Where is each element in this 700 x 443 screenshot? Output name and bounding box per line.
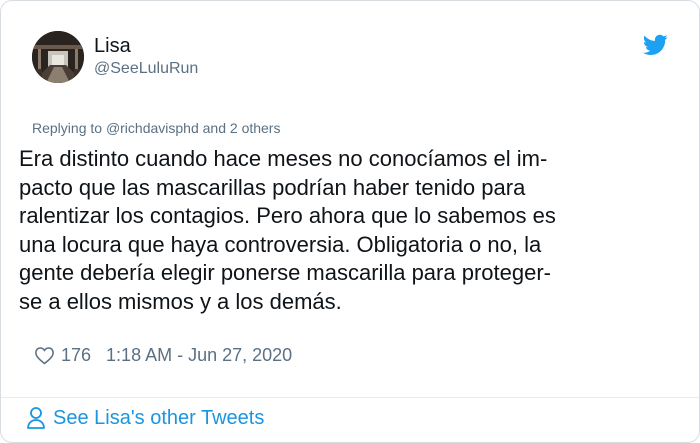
reply-context: Replying to @richdavisphd and 2 others	[32, 120, 280, 136]
twitter-bird-icon[interactable]	[643, 34, 668, 56]
author-handle[interactable]: @SeeLuluRun	[94, 58, 198, 80]
reply-prefix: Replying to	[32, 120, 106, 136]
reply-suffix[interactable]: and 2 others	[199, 120, 281, 136]
tweet-timestamp[interactable]: 1:18 AM - Jun 27, 2020	[106, 345, 292, 366]
reply-mention[interactable]: @richdavisphd	[106, 120, 199, 136]
footer-divider	[1, 397, 699, 398]
avatar[interactable]	[32, 31, 84, 83]
person-icon	[27, 407, 45, 429]
author-display-name[interactable]: Lisa	[94, 34, 198, 58]
author-names: Lisa @SeeLuluRun	[94, 34, 198, 80]
see-other-tweets-link[interactable]: See Lisa's other Tweets	[26, 406, 264, 430]
tweet-card: Lisa @SeeLuluRun Replying to @richdavisp…	[0, 0, 700, 443]
tweet-meta: 176 1:18 AM - Jun 27, 2020	[34, 345, 292, 366]
avatar-image	[32, 31, 84, 83]
see-other-tweets-label[interactable]: See Lisa's other Tweets	[53, 407, 264, 430]
like-count[interactable]: 176	[61, 345, 91, 366]
heart-icon[interactable]	[34, 346, 55, 365]
tweet-text: Era distinto cuando hace meses no conocí…	[19, 146, 556, 314]
tweet-header: Lisa @SeeLuluRun	[32, 31, 198, 83]
